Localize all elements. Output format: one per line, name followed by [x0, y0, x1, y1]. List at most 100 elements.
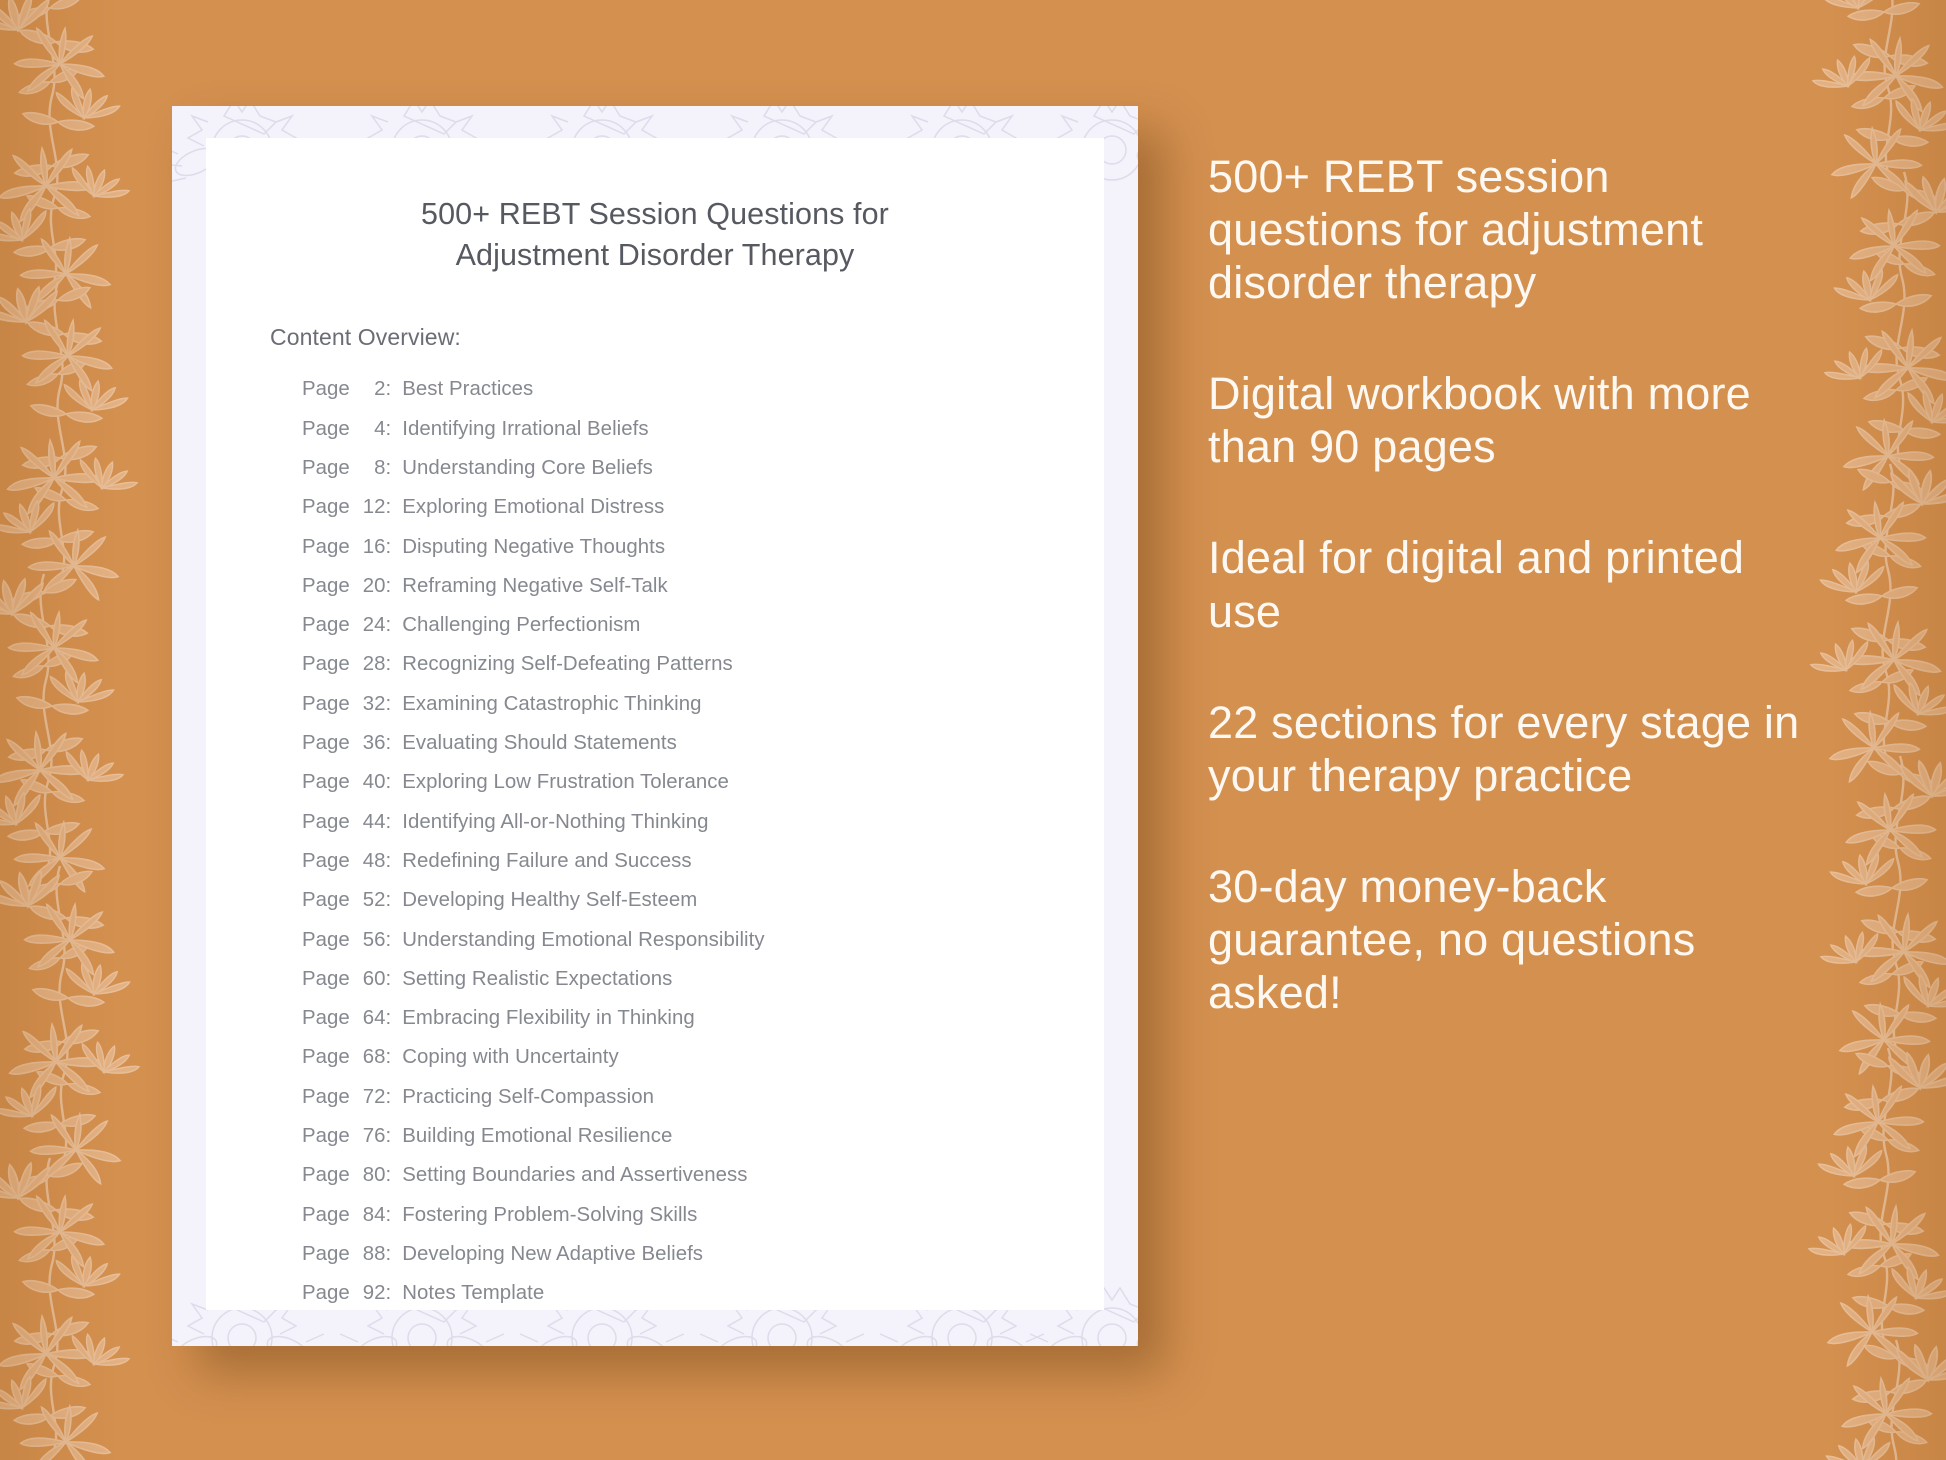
toc-page-number: 4 [374, 417, 386, 440]
toc-entry: Page 20: Reframing Negative Self-Talk [302, 575, 1104, 614]
toc-section-title: Challenging Perfectionism [402, 614, 641, 637]
toc-section-title: Building Emotional Resilience [402, 1124, 673, 1147]
toc-section-title: Developing Healthy Self-Esteem [402, 889, 698, 912]
toc-section-title: Redefining Failure and Success [402, 849, 692, 872]
toc-entry: Page 36: Evaluating Should Statements [302, 732, 1104, 771]
toc-entry: Page 40: Exploring Low Frustration Tolera… [302, 771, 1104, 810]
toc-colon: : [385, 653, 392, 676]
toc-page-word: Page 28: [302, 653, 402, 676]
toc-section-title: Setting Realistic Expectations [402, 967, 673, 990]
toc-colon: : [385, 1203, 392, 1226]
toc-page-number: 68 [362, 1046, 386, 1069]
toc-section-title: Identifying All-or-Nothing Thinking [402, 810, 709, 833]
document-preview-card[interactable]: 500+ REBT Session Questions for Adjustmen… [172, 106, 1138, 1346]
toc-entry: Page 28: Recognizing Self-Defeating Patte… [302, 653, 1104, 692]
toc-section-title: Coping with Uncertainty [402, 1046, 619, 1069]
page-word-text: Page [302, 614, 350, 637]
toc-colon: : [385, 928, 392, 951]
toc-section-title: Embracing Flexibility in Thinking [402, 1007, 695, 1030]
toc-page-word: Page 88: [302, 1243, 402, 1266]
page-word-text: Page [302, 417, 350, 440]
toc-page-number: 56 [362, 928, 386, 951]
page-word-text: Page [302, 456, 350, 479]
page-word-text: Page [302, 653, 350, 676]
toc-page-word: Page 68: [302, 1046, 402, 1069]
page-word-text: Page [302, 771, 350, 794]
toc-page-number: 8 [374, 456, 386, 479]
toc-section-title: Reframing Negative Self-Talk [402, 574, 668, 597]
toc-page-word: Page 92: [302, 1282, 402, 1305]
content-overview-label: Content Overview: [270, 324, 461, 351]
toc-colon: : [385, 1007, 392, 1030]
marketing-copy-column: 500+ REBT session questions for adjustme… [1208, 150, 1808, 1019]
page-word-text: Page [302, 692, 350, 715]
toc-entry: Page 16: Disputing Negative Thoughts [302, 536, 1104, 575]
toc-page-word: Page 16: [302, 536, 402, 559]
toc-page-number: 36 [362, 732, 386, 755]
toc-page-word: Page 44: [302, 811, 402, 834]
toc-page-number: 88 [362, 1242, 386, 1265]
right-edge-shading [1826, 0, 1946, 1460]
toc-entry: Page 92: Notes Template [302, 1282, 1104, 1310]
toc-page-number: 12 [362, 496, 386, 519]
toc-section-title: Fostering Problem-Solving Skills [402, 1203, 698, 1226]
toc-colon: : [385, 771, 392, 794]
toc-section-title: Examining Catastrophic Thinking [402, 692, 702, 715]
toc-page-number: 24 [362, 614, 386, 637]
toc-colon: : [385, 614, 392, 637]
toc-page-word: Page 76: [302, 1125, 402, 1148]
toc-page-word: Page 4: [302, 418, 402, 441]
marketing-bullet: 22 sections for every stage in your ther… [1208, 696, 1800, 801]
listing-canvas: 500+ REBT Session Questions for Adjustmen… [0, 0, 1946, 1460]
toc-section-title: Identifying Irrational Beliefs [402, 417, 649, 440]
toc-colon: : [385, 496, 392, 519]
document-title-line-1: 500+ REBT Session Questions for [421, 197, 889, 231]
toc-entry: Page 52: Developing Healthy Self-Esteem [302, 889, 1104, 928]
toc-colon: : [385, 1164, 392, 1187]
toc-page-number: 48 [362, 849, 386, 872]
toc-page-word: Page 72: [302, 1086, 402, 1109]
toc-section-title: Disputing Negative Thoughts [402, 535, 666, 558]
toc-page-number: 64 [362, 1007, 386, 1030]
toc-entry: Page 2: Best Practices [302, 378, 1104, 417]
toc-page-word: Page 80: [302, 1164, 402, 1187]
page-word-text: Page [302, 967, 350, 990]
toc-entry: Page 44: Identifying All-or-Nothing Think… [302, 811, 1104, 850]
toc-colon: : [385, 1046, 392, 1069]
toc-entry: Page 48: Redefining Failure and Success [302, 850, 1104, 889]
toc-page-number: 40 [362, 771, 386, 794]
toc-colon: : [385, 849, 392, 872]
toc-entry: Page 76: Building Emotional Resilience [302, 1125, 1104, 1164]
toc-page-word: Page 24: [302, 614, 402, 637]
toc-section-title: Exploring Emotional Distress [402, 496, 665, 519]
page-word-text: Page [302, 732, 350, 755]
page-word-text: Page [302, 1242, 350, 1265]
toc-colon: : [385, 456, 392, 479]
toc-section-title: Notes Template [402, 1282, 545, 1305]
toc-colon: : [385, 535, 392, 558]
marketing-bullet: Digital workbook with more than 90 pages [1208, 368, 1751, 473]
page-word-text: Page [302, 378, 350, 401]
page-word-text: Page [302, 574, 350, 597]
toc-page-word: Page 20: [302, 575, 402, 598]
page-word-text: Page [302, 1203, 350, 1226]
toc-colon: : [385, 732, 392, 755]
left-edge-shading [0, 0, 120, 1460]
table-of-contents-list: Page 2: Best Practices Page 4: Identifying … [206, 351, 1104, 1310]
toc-entry: Page 68: Coping with Uncertainty [302, 1046, 1104, 1085]
toc-page-number: 52 [362, 889, 386, 912]
marketing-bullet: 30-day money-back guarantee, no question… [1208, 860, 1696, 1019]
toc-page-word: Page 64: [302, 1007, 402, 1030]
toc-entry: Page 72: Practicing Self-Compassion [302, 1086, 1104, 1125]
toc-section-title: Best Practices [402, 378, 534, 401]
floral-vine-border-left [0, 0, 188, 1460]
toc-page-word: Page 32: [302, 693, 402, 716]
toc-page-number: 92 [362, 1282, 386, 1305]
toc-entry: Page 4: Identifying Irrational Beliefs [302, 418, 1104, 457]
toc-entry: Page 56: Understanding Emotional Responsi… [302, 929, 1104, 968]
toc-page-number: 76 [362, 1124, 386, 1147]
toc-entry: Page 64: Embracing Flexibility in Thinkin… [302, 1007, 1104, 1046]
page-word-text: Page [302, 1124, 350, 1147]
toc-page-word: Page 8: [302, 457, 402, 480]
toc-page-word: Page 12: [302, 496, 402, 519]
